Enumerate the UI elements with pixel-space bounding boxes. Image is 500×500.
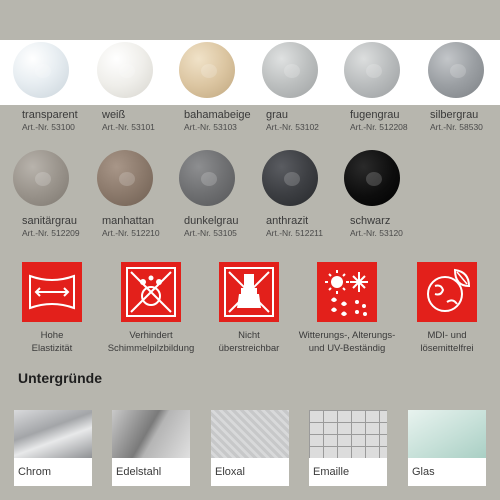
feature-label-line1: Verhindert [129, 330, 173, 341]
color-label: transparent Art.-Nr. 53100 [22, 109, 108, 133]
swatch-row-background [0, 40, 500, 105]
glass-pane-image [408, 410, 486, 458]
feature-label-line2: und UV-Beständig [308, 343, 386, 354]
color-label: schwarz Art.-Nr. 53120 [350, 215, 436, 239]
color-name: weiß [102, 109, 126, 121]
color-swatch[interactable] [262, 150, 318, 206]
color-name: manhattan [102, 215, 154, 227]
elasticity-icon [22, 262, 82, 322]
mold-prevention-icon [121, 262, 181, 322]
color-name: bahamabeige [184, 109, 251, 121]
substrate-card[interactable]: Glas [408, 410, 486, 486]
weather-resistant-icon [317, 262, 377, 322]
article-number: Art.-Nr. 53102 [266, 122, 319, 132]
solvent-free-icon [417, 262, 477, 322]
article-number: Art.-Nr. 512211 [266, 228, 324, 238]
color-label: manhattan Art.-Nr. 512210 [102, 215, 188, 239]
article-number: Art.-Nr. 53105 [184, 228, 237, 238]
feature-item: Witterungs-, Alterungs-und UV-Beständig [292, 262, 402, 355]
feature-item: MDI- und lösemittelfrei [392, 262, 500, 355]
substrate-label: Glas [408, 458, 486, 486]
color-swatch[interactable] [344, 150, 400, 206]
color-swatch[interactable] [13, 150, 69, 206]
substrate-card[interactable]: Chrom [14, 410, 92, 486]
enamel-tiles-image [309, 410, 387, 458]
feature-label-line2: lösemittelfrei [420, 343, 474, 354]
color-swatch[interactable] [179, 150, 235, 206]
color-swatch[interactable] [179, 42, 235, 98]
anodized-aluminium-image [211, 410, 289, 458]
stainless-steel-image [112, 410, 190, 458]
color-label: weiß Art.-Nr. 53101 [102, 109, 188, 133]
color-name: grau [266, 109, 289, 121]
substrate-card[interactable]: Edelstahl [112, 410, 190, 486]
color-label: bahamabeige Art.-Nr. 53103 [184, 109, 270, 133]
feature-label-line2: Elastizität [31, 343, 73, 354]
substrate-label: Chrom [14, 458, 92, 486]
color-name: transparent [22, 109, 78, 121]
feature-item: Verhindert Schimmelpilzbildung [96, 262, 206, 355]
color-name: anthrazit [266, 215, 309, 227]
feature-label-line1: MDI- und [427, 330, 467, 341]
color-swatch[interactable] [97, 150, 153, 206]
article-number: Art.-Nr. 512208 [350, 122, 408, 132]
feature-label-line2: Schimmelpilzbildung [107, 343, 195, 354]
article-number: Art.-Nr. 512210 [102, 228, 160, 238]
feature-item: Hohe Elastizität [0, 262, 107, 355]
color-swatch[interactable] [428, 42, 484, 98]
color-name: schwarz [350, 215, 391, 227]
color-label: anthrazit Art.-Nr. 512211 [266, 215, 352, 239]
feature-item: Nicht überstreichbar [194, 262, 304, 355]
article-number: Art.-Nr. 53103 [184, 122, 237, 132]
color-label: dunkelgrau Art.-Nr. 53105 [184, 215, 270, 239]
article-number: Art.-Nr. 58530 [430, 122, 483, 132]
article-number: Art.-Nr. 53120 [350, 228, 403, 238]
color-name: dunkelgrau [184, 215, 239, 227]
substrate-label: Emaille [309, 458, 387, 486]
color-label: grau Art.-Nr. 53102 [266, 109, 352, 133]
substrates-title: Untergründe [18, 370, 102, 386]
substrate-label: Eloxal [211, 458, 289, 486]
feature-label-line2: überstreichbar [218, 343, 280, 354]
substrate-label: Edelstahl [112, 458, 190, 486]
substrate-card[interactable]: Emaille [309, 410, 387, 486]
color-swatch[interactable] [13, 42, 69, 98]
color-name: sanitärgrau [22, 215, 78, 227]
color-name: silbergrau [430, 109, 479, 121]
color-swatch[interactable] [344, 42, 400, 98]
article-number: Art.-Nr. 53101 [102, 122, 155, 132]
not-paintable-icon [219, 262, 279, 322]
color-name: fugengrau [350, 109, 400, 121]
color-label: sanitärgrau Art.-Nr. 512209 [22, 215, 108, 239]
color-swatch[interactable] [97, 42, 153, 98]
feature-label-line1: Nicht [238, 330, 260, 341]
article-number: Art.-Nr. 53100 [22, 122, 75, 132]
color-label: silbergrau Art.-Nr. 58530 [430, 109, 500, 133]
chrome-surface-image [14, 410, 92, 458]
color-label: fugengrau Art.-Nr. 512208 [350, 109, 436, 133]
feature-label-line1: Hohe [40, 330, 64, 341]
color-swatch[interactable] [262, 42, 318, 98]
substrate-card[interactable]: Eloxal [211, 410, 289, 486]
feature-label-line1: Witterungs-, Alterungs- [298, 330, 396, 341]
article-number: Art.-Nr. 512209 [22, 228, 80, 238]
